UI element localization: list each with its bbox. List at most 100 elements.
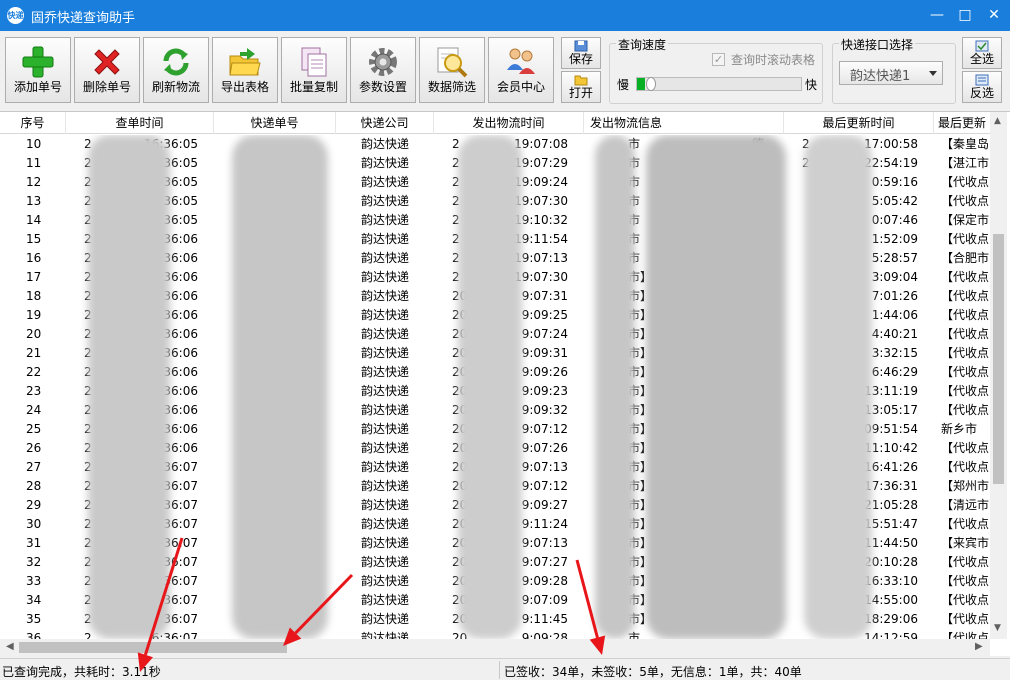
privacy-mask-update-date [804, 135, 872, 639]
cell-no: 28 [26, 479, 42, 493]
speed-slider-fill [637, 78, 646, 90]
api-select-value: 韵达快递1 [850, 69, 911, 84]
cell-no: 17 [26, 270, 42, 284]
scroll-down-icon[interactable]: ▼ [994, 624, 1003, 633]
scroll-right-icon[interactable]: ▶ [975, 641, 985, 653]
privacy-mask-query-date [88, 135, 170, 639]
vertical-scroll-thumb[interactable] [993, 234, 1004, 484]
speed-slider-thumb[interactable] [646, 77, 656, 91]
cell-no: 35 [26, 612, 42, 626]
cell-latest: 【代收点 [941, 384, 989, 398]
delete-x-icon [94, 49, 120, 75]
cell-company: 韵达快递 [361, 327, 410, 341]
privacy-mask-send-info-b [646, 135, 786, 639]
cell-no: 33 [26, 574, 42, 588]
cell-no: 26 [26, 441, 42, 455]
cell-no: 29 [26, 498, 42, 512]
cell-company: 韵达快递 [361, 346, 410, 360]
cell-no: 24 [26, 403, 42, 417]
member-center-button[interactable]: 会员中心 [488, 37, 554, 103]
cell-no: 13 [26, 194, 42, 208]
cell-latest: 新乡市 [941, 422, 978, 436]
cell-no: 25 [26, 422, 42, 436]
speed-slow-label: 慢 [617, 78, 630, 92]
add-number-button[interactable]: 添加单号 [5, 37, 71, 103]
cell-latest: 【合肥市 [941, 251, 989, 265]
save-label: 保存 [568, 52, 593, 66]
horizontal-scroll-thumb[interactable] [19, 642, 287, 653]
users-icon [507, 48, 535, 74]
cell-latest: 【保定市 [941, 213, 989, 227]
close-button[interactable]: ✕ [981, 4, 1007, 26]
cell-no: 14 [26, 213, 42, 227]
scroll-up-icon[interactable]: ▲ [994, 117, 1003, 126]
cell-latest: 【湛江市 [941, 156, 989, 170]
cell-company: 韵达快递 [361, 612, 410, 626]
column-header-query-time[interactable]: 查单时间 [66, 112, 214, 134]
scroll-left-icon[interactable]: ◀ [6, 641, 16, 653]
select-all-button[interactable]: 全选 [962, 37, 1002, 69]
delete-number-button[interactable]: 删除单号 [74, 37, 140, 103]
cell-latest: 【来宾市 [941, 536, 989, 550]
cell-no: 19 [26, 308, 42, 322]
speed-slider[interactable] [636, 77, 802, 91]
cell-company: 韵达快递 [361, 289, 410, 303]
cell-company: 韵达快递 [361, 251, 410, 265]
column-header-send-time[interactable]: 发出物流时间 [434, 112, 584, 134]
cell-no: 21 [26, 346, 42, 360]
settings-label: 参数设置 [358, 80, 407, 94]
cell-no: 22 [26, 365, 42, 379]
cell-company: 韵达快递 [361, 479, 410, 493]
privacy-mask-tracking-number [232, 135, 328, 639]
chevron-down-icon [929, 71, 937, 76]
settings-button[interactable]: 参数设置 [350, 37, 416, 103]
scroll-table-checkbox-label: 查询时滚动表格 [731, 53, 816, 67]
column-header-latest[interactable]: 最后更新 [934, 112, 990, 134]
grid-body: 3626:36:07韵达快递209:09:28市…14:12:59【代收点352… [0, 135, 990, 639]
cell-latest: 【代收点 [941, 327, 989, 341]
cell-company: 韵达快递 [361, 270, 410, 284]
cell-company: 韵达快递 [361, 536, 410, 550]
column-header-index[interactable]: 序号 [0, 112, 66, 134]
open-label: 打开 [568, 86, 593, 100]
column-header-send-info[interactable]: 发出物流信息 [584, 112, 784, 134]
save-button[interactable]: 保存 [561, 37, 601, 69]
cell-no: 12 [26, 175, 42, 189]
maximize-button[interactable]: □ [952, 4, 978, 26]
export-table-button[interactable]: 导出表格 [212, 37, 278, 103]
open-button[interactable]: 打开 [561, 71, 601, 103]
column-header-company[interactable]: 快递公司 [336, 112, 434, 134]
horizontal-scrollbar[interactable]: ◀ ▶ [0, 639, 990, 656]
cell-company: 韵达快递 [361, 593, 410, 607]
data-filter-button[interactable]: 数据筛选 [419, 37, 485, 103]
cell-no: 18 [26, 289, 42, 303]
column-header-tracking-number[interactable]: 快递单号 [214, 112, 336, 134]
scroll-table-checkbox[interactable]: ✓ [712, 53, 725, 66]
column-header-update-time[interactable]: 最后更新时间 [784, 112, 934, 134]
refresh-logistics-label: 刷新物流 [151, 80, 200, 94]
cell-latest: 【代收点 [941, 555, 989, 569]
cell-no: 20 [26, 327, 42, 341]
window-title: 固乔快递查询助手 [31, 11, 136, 26]
cell-company: 韵达快递 [361, 441, 410, 455]
cell-latest: 【代收点 [941, 403, 989, 417]
copy-pages-icon [301, 47, 327, 77]
refresh-logistics-button[interactable]: 刷新物流 [143, 37, 209, 103]
app-logo-icon: 快递 [7, 7, 24, 24]
cell-no: 10 [26, 137, 42, 151]
cell-company: 韵达快递 [361, 460, 410, 474]
cell-latest: 【代收点 [941, 289, 989, 303]
api-select[interactable]: 韵达快递1 [839, 61, 943, 85]
folder-export-icon [229, 48, 261, 76]
toolbar: 添加单号 删除单号 刷新物流 导出表格 批量复制 参数设置 数据筛选 会员中心 … [0, 31, 1010, 109]
member-center-label: 会员中心 [496, 80, 545, 94]
cell-no: 11 [26, 156, 42, 170]
speed-group-title: 查询速度 [616, 36, 669, 53]
status-bar: 已查询完成，共耗时：3.11秒 已签收：34单，未签收：5单，无信息：1单，共：… [0, 658, 1010, 680]
minimize-button[interactable]: — [924, 4, 950, 26]
cell-company: 韵达快递 [361, 422, 410, 436]
cell-no: 30 [26, 517, 42, 531]
batch-copy-button[interactable]: 批量复制 [281, 37, 347, 103]
vertical-scrollbar[interactable]: ▲ ▼ [990, 112, 1007, 639]
invert-selection-button[interactable]: 反选 [962, 71, 1002, 103]
